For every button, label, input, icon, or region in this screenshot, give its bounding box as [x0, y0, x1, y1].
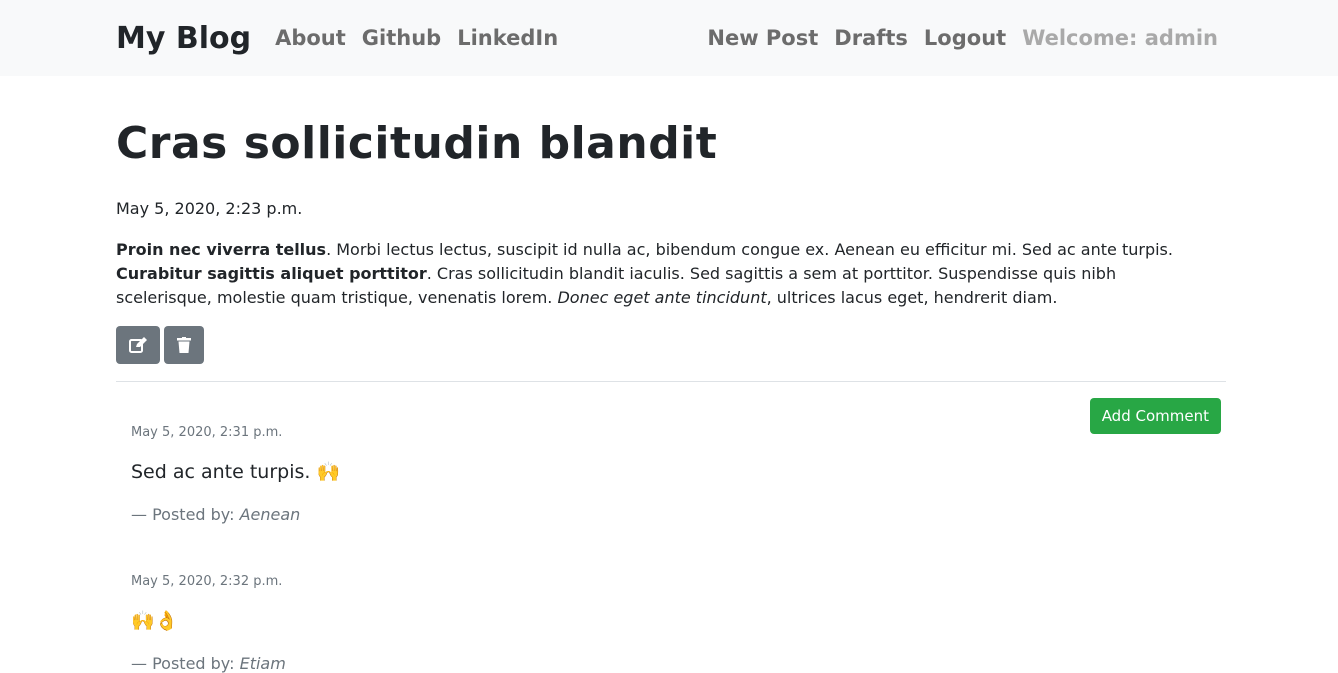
welcome-text: Welcome: admin	[1022, 26, 1218, 50]
comment-author: — Posted by: Etiam	[131, 654, 1226, 673]
comment-date: May 5, 2020, 2:32 p.m.	[131, 574, 283, 589]
comment-text-content: Sed ac ante turpis.	[131, 461, 311, 483]
nav-link-about[interactable]: About	[275, 26, 346, 50]
nav-left: My Blog About Github LinkedIn	[116, 21, 574, 56]
trash-icon	[177, 337, 191, 353]
comment-date: May 5, 2020, 2:31 p.m.	[131, 425, 283, 440]
author-name: Etiam	[239, 654, 286, 673]
post-title: Cras sollicitudin blandit	[116, 118, 718, 169]
comment-item: May 5, 2020, 2:32 p.m. 🙌👌 — Posted by: E…	[116, 524, 1226, 673]
nav-link-drafts[interactable]: Drafts	[834, 26, 908, 50]
main-content: Cras sollicitudin blandit May 5, 2020, 2…	[0, 118, 1338, 673]
post-body: Proin nec viverra tellus. Morbi lectus l…	[116, 238, 1191, 310]
author-name: Aenean	[239, 505, 301, 524]
post-body-text-3: , ultrices lacus eget, hendrerit diam.	[766, 288, 1058, 307]
post-body-text-1: . Morbi lectus lectus, suscipit id nulla…	[326, 240, 1173, 259]
nav-right: New Post Drafts Logout Welcome: admin	[707, 26, 1218, 50]
brand-link[interactable]: My Blog	[116, 21, 251, 56]
nav-link-new-post[interactable]: New Post	[707, 26, 818, 50]
comment-text: Sed ac ante turpis. 🙌	[131, 460, 1226, 483]
posted-by-label: — Posted by:	[131, 505, 240, 524]
comment-text: 🙌👌	[131, 609, 1226, 632]
post-body-bold-2: Curabitur sagittis aliquet porttitor	[116, 264, 427, 283]
post-body-bold-1: Proin nec viverra tellus	[116, 240, 327, 259]
post-body-italic: Donec eget ante tincidunt	[557, 288, 767, 307]
raised-hands-ok-emoji-icon: 🙌👌	[131, 610, 179, 632]
comments-section: Add Comment May 5, 2020, 2:31 p.m. Sed a…	[116, 382, 1226, 673]
nav-link-logout[interactable]: Logout	[924, 26, 1006, 50]
post-actions	[116, 326, 1226, 364]
post-date: May 5, 2020, 2:23 p.m.	[116, 199, 303, 218]
comment-item: May 5, 2020, 2:31 p.m. Sed ac ante turpi…	[116, 382, 1226, 524]
nav-link-linkedin[interactable]: LinkedIn	[457, 26, 558, 50]
delete-post-button[interactable]	[164, 326, 204, 364]
add-comment-button[interactable]: Add Comment	[1089, 398, 1221, 434]
edit-icon	[129, 337, 147, 353]
posted-by-label: — Posted by:	[131, 654, 240, 673]
navbar: My Blog About Github LinkedIn New Post D…	[0, 0, 1338, 76]
nav-link-github[interactable]: Github	[362, 26, 441, 50]
raised-hands-emoji-icon: 🙌	[316, 461, 341, 483]
edit-post-button[interactable]	[116, 326, 160, 364]
comment-author: — Posted by: Aenean	[131, 505, 1226, 524]
